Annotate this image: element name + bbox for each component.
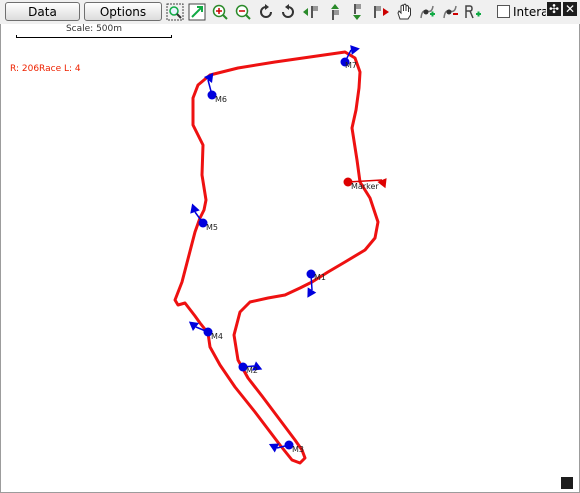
map-marker-marker[interactable]: Marker xyxy=(343,177,387,192)
resize-icon[interactable] xyxy=(561,477,573,489)
track-map[interactable]: M1 M2 M3 M4 M5 M6 M7 Marker xyxy=(0,0,580,493)
marker-label: M3 xyxy=(292,445,304,454)
marker-label: M7 xyxy=(345,61,357,70)
map-marker-m7[interactable]: M7 xyxy=(340,45,360,70)
marker-label: M5 xyxy=(206,223,218,232)
marker-label: M6 xyxy=(215,95,227,104)
marker-label: Marker xyxy=(351,182,379,191)
map-marker-m6[interactable]: M6 xyxy=(204,72,227,104)
map-marker-m2[interactable]: M2 xyxy=(238,361,263,375)
marker-label: M2 xyxy=(246,366,258,375)
direction-arrow-icon xyxy=(350,45,360,55)
marker-label: M1 xyxy=(314,273,326,282)
direction-arrow-icon xyxy=(188,321,200,331)
map-marker-m4[interactable]: M4 xyxy=(188,321,223,341)
race-track-line xyxy=(173,50,380,465)
marker-label: M4 xyxy=(211,332,223,341)
